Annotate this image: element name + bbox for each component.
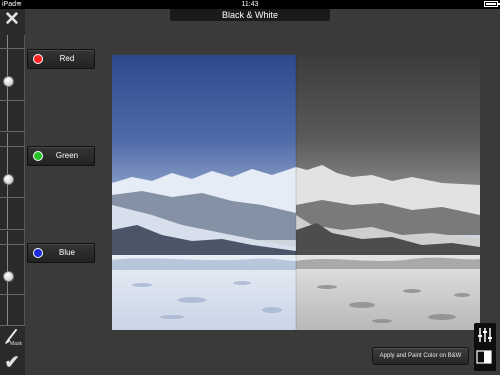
- close-icon[interactable]: ✕: [3, 10, 21, 29]
- channel-label: Blue: [58, 248, 75, 257]
- channel-label: Green: [55, 151, 79, 160]
- slider-tick: [0, 146, 25, 147]
- apply-paint-color-button[interactable]: Apply and Paint Color on B&W: [372, 347, 469, 365]
- slider-tick: [0, 131, 25, 132]
- status-time: 11:43: [241, 1, 259, 8]
- slider-tick: [0, 229, 25, 230]
- slider-tick: [0, 48, 25, 49]
- left-panel: [0, 9, 25, 375]
- channel-red-button[interactable]: Red: [27, 49, 95, 69]
- compare-icon[interactable]: [476, 350, 492, 364]
- channel-green-button[interactable]: Green: [27, 146, 95, 166]
- channel-blue-button[interactable]: Blue: [27, 243, 95, 263]
- screen-title: Black & White: [170, 9, 330, 21]
- channel-label: Red: [59, 54, 75, 63]
- slider-tick: [0, 100, 25, 101]
- check-icon[interactable]: ✔: [3, 353, 21, 371]
- slider-tick: [0, 294, 25, 295]
- sliders-icon[interactable]: [475, 325, 495, 345]
- red-slider-knob[interactable]: [3, 76, 14, 87]
- slider-tick: [0, 244, 25, 245]
- slider-tick: [0, 325, 25, 326]
- blue-slider-knob[interactable]: [3, 271, 14, 282]
- status-bar: iPad ≋ 11:43: [0, 0, 500, 9]
- slider-tick: [0, 197, 25, 198]
- photo-canvas[interactable]: [112, 55, 480, 330]
- green-slider-knob[interactable]: [3, 174, 14, 185]
- panel-divider: [24, 35, 25, 325]
- mask-label: Mask: [10, 341, 22, 347]
- battery-icon: [484, 1, 500, 7]
